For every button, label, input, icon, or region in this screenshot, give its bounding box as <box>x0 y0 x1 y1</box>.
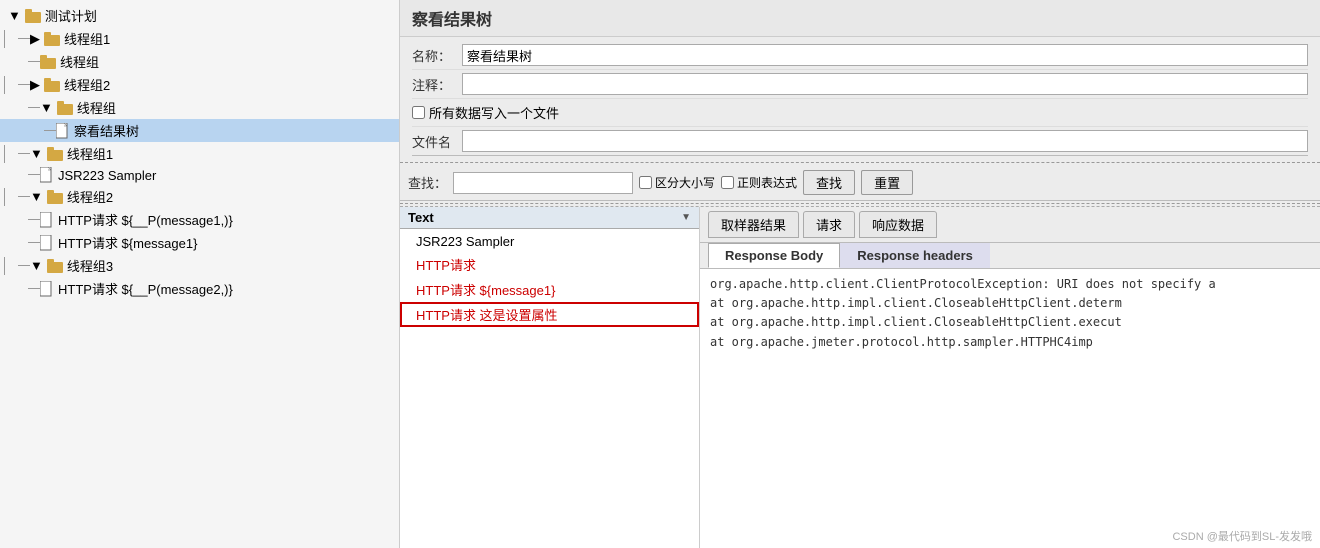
name-input[interactable] <box>462 44 1308 66</box>
dropdown-arrow-icon[interactable]: ▼ <box>681 212 691 223</box>
expand-icon: ▼ <box>40 100 53 115</box>
doc-icon <box>40 212 54 228</box>
tree-item-label: 线程组2 <box>64 75 110 94</box>
comment-row: 注释： <box>412 70 1308 99</box>
comment-label: 注释： <box>412 75 462 94</box>
tree-item-label: 线程组1 <box>64 29 110 48</box>
find-button[interactable]: 查找 <box>803 170 855 195</box>
tree-item-label: 线程组1 <box>67 144 113 163</box>
tree-item-label: HTTP请求 ${__P(message1,)} <box>58 210 233 229</box>
detail-panel: 取样器结果 请求 响应数据 Response Body Response hea… <box>700 207 1320 548</box>
expand-icon: ▶ <box>30 77 40 93</box>
folder-icon <box>25 9 41 23</box>
expand-icon: ▼ <box>30 189 43 204</box>
tree-item[interactable]: ▼ 线程组 <box>0 96 399 119</box>
folder-icon <box>47 190 63 204</box>
name-row: 名称： <box>412 41 1308 70</box>
tree-item-label: 线程组 <box>60 52 99 71</box>
list-item[interactable]: HTTP请求 ${message1} <box>400 277 699 302</box>
case-sensitive-option: 区分大小写 <box>639 174 715 191</box>
search-label: 查找： <box>408 173 447 192</box>
tree-item-label: HTTP请求 ${__P(message2,)} <box>58 279 233 298</box>
tree-panel: ▼ 测试计划 ▶ 线程组1 线程组 ▶ 线程组2 ▼ <box>0 0 400 548</box>
list-header-label: Text <box>408 210 434 225</box>
tree-item-label: 线程组 <box>77 98 116 117</box>
tab-sampler-result[interactable]: 取样器结果 <box>708 211 799 238</box>
tree-item[interactable]: ▶ 线程组2 <box>0 73 399 96</box>
sub-tab-response-headers[interactable]: Response headers <box>840 243 990 268</box>
sub-tab-response-body[interactable]: Response Body <box>708 243 840 268</box>
error-line-3: at org.apache.http.impl.client.Closeable… <box>710 313 1310 332</box>
divider2 <box>400 203 1320 204</box>
folder-icon <box>44 32 60 46</box>
error-line-4: at org.apache.jmeter.protocol.http.sampl… <box>710 333 1310 352</box>
search-bar: 查找： 区分大小写 正则表达式 查找 重置 <box>400 165 1320 201</box>
expand-icon: ▼ <box>30 146 43 161</box>
filename-label: 文件名 <box>412 132 462 151</box>
write-all-checkbox[interactable] <box>412 106 425 119</box>
detail-content: org.apache.http.client.ClientProtocolExc… <box>700 269 1320 548</box>
form-section: 名称： 注释： 所有数据写入一个文件 文件名 <box>400 37 1320 160</box>
search-input[interactable] <box>453 172 633 194</box>
tree-item[interactable]: ▼ 线程组3 <box>0 254 399 277</box>
tree-item[interactable]: JSR223 Sampler <box>0 165 399 185</box>
error-line-1: org.apache.http.client.ClientProtocolExc… <box>710 275 1310 294</box>
tree-item[interactable]: HTTP请求 ${__P(message2,)} <box>0 277 399 300</box>
doc-icon <box>40 235 54 251</box>
tree-item[interactable]: 线程组 <box>0 50 399 73</box>
list-item[interactable]: HTTP请求 <box>400 252 699 277</box>
tree-item[interactable]: ▼ 线程组1 <box>0 142 399 165</box>
tree-item[interactable]: HTTP请求 ${message1} <box>0 231 399 254</box>
regex-option: 正则表达式 <box>721 174 797 191</box>
bottom-split: Text ▼ JSR223 Sampler HTTP请求 HTTP请求 ${me… <box>400 206 1320 548</box>
filename-row: 文件名 <box>412 127 1308 156</box>
watermark: CSDN @最代码到SL-发发哦 <box>1172 528 1312 544</box>
regex-checkbox[interactable] <box>721 176 734 189</box>
doc-icon <box>40 281 54 297</box>
tree-item-label: 察看结果树 <box>74 121 139 140</box>
filename-input[interactable] <box>462 130 1308 152</box>
write-all-label: 所有数据写入一个文件 <box>429 103 559 122</box>
result-list-panel: Text ▼ JSR223 Sampler HTTP请求 HTTP请求 ${me… <box>400 207 700 548</box>
tabs-row: 取样器结果 请求 响应数据 <box>700 207 1320 243</box>
case-sensitive-checkbox[interactable] <box>639 176 652 189</box>
folder-icon <box>57 101 73 115</box>
doc-icon <box>40 167 54 183</box>
tab-request[interactable]: 请求 <box>803 211 855 238</box>
tree-root[interactable]: ▼ 测试计划 <box>0 4 399 27</box>
expand-icon: ▼ <box>8 8 21 23</box>
list-header: Text ▼ <box>400 207 699 229</box>
tree-item[interactable]: HTTP请求 ${__P(message1,)} <box>0 208 399 231</box>
folder-icon <box>40 55 56 69</box>
error-line-2: at org.apache.http.impl.client.Closeable… <box>710 294 1310 313</box>
folder-icon <box>47 147 63 161</box>
tree-item-label: HTTP请求 ${message1} <box>58 233 197 252</box>
result-list: JSR223 Sampler HTTP请求 HTTP请求 ${message1}… <box>400 229 699 548</box>
tree-item-label: 线程组3 <box>67 256 113 275</box>
divider <box>400 162 1320 163</box>
expand-icon: ▶ <box>30 31 40 47</box>
reset-button[interactable]: 重置 <box>861 170 913 195</box>
regex-label: 正则表达式 <box>737 174 797 191</box>
tree-item[interactable]: ▶ 线程组1 <box>0 27 399 50</box>
doc-icon <box>56 123 70 139</box>
tab-response-data[interactable]: 响应数据 <box>859 211 937 238</box>
folder-icon <box>47 259 63 273</box>
folder-icon <box>44 78 60 92</box>
write-all-row: 所有数据写入一个文件 <box>412 99 1308 127</box>
comment-input[interactable] <box>462 73 1308 95</box>
list-item[interactable]: JSR223 Sampler <box>400 231 699 252</box>
tree-item-label: JSR223 Sampler <box>58 168 156 183</box>
case-sensitive-label: 区分大小写 <box>655 174 715 191</box>
panel-title: 察看结果树 <box>400 0 1320 37</box>
list-item-selected[interactable]: HTTP请求 这是设置属性 <box>400 302 699 327</box>
tree-item[interactable]: ▼ 线程组2 <box>0 185 399 208</box>
tree-item-selected[interactable]: 察看结果树 <box>0 119 399 142</box>
tree-root-label: 测试计划 <box>45 6 97 25</box>
expand-icon: ▼ <box>30 258 43 273</box>
name-label: 名称： <box>412 46 462 65</box>
sub-tabs: Response Body Response headers <box>700 243 1320 269</box>
right-panel: 察看结果树 名称： 注释： 所有数据写入一个文件 文件名 查找： 区分大小写 <box>400 0 1320 548</box>
tree-item-label: 线程组2 <box>67 187 113 206</box>
